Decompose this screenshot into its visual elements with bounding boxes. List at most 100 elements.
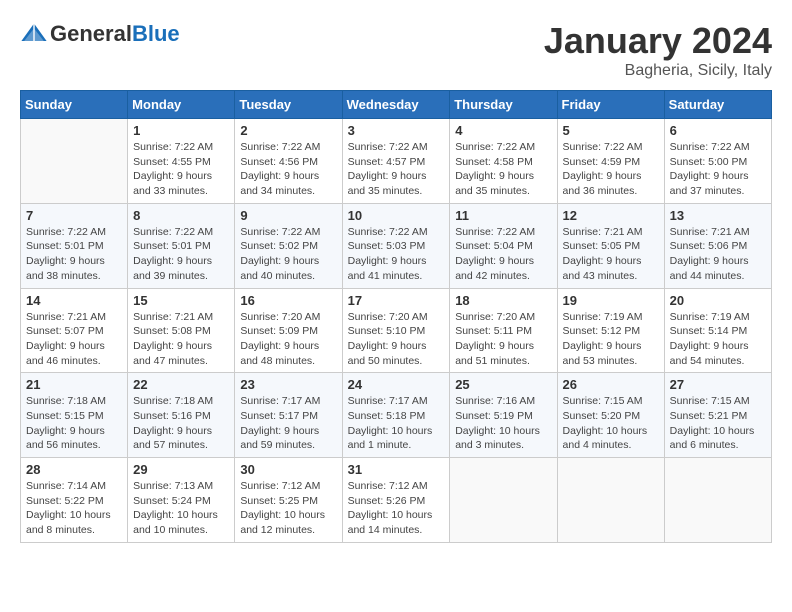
day-cell: 26Sunrise: 7:15 AMSunset: 5:20 PMDayligh… [557, 373, 664, 458]
day-cell: 13 Sunrise: 7:21 AMSunset: 5:06 PMDayligh… [664, 203, 771, 288]
day-number: 19 [563, 293, 659, 308]
day-info: Sunrise: 7:14 AMSunset: 5:22 PMDaylight:… [26, 479, 122, 538]
day-info: Sunrise: 7:20 AMSunset: 5:09 PMDaylight:… [240, 310, 336, 369]
day-info: Sunrise: 7:21 AMSunset: 5:07 PMDaylight:… [26, 310, 122, 369]
day-cell: 1Sunrise: 7:22 AMSunset: 4:55 PMDaylight… [128, 119, 235, 204]
week-row-3: 14 Sunrise: 7:21 AMSunset: 5:07 PMDayligh… [21, 288, 772, 373]
week-row-2: 7 Sunrise: 7:22 AMSunset: 5:01 PMDaylight… [21, 203, 772, 288]
day-cell: 11 Sunrise: 7:22 AMSunset: 5:04 PMDayligh… [450, 203, 557, 288]
day-info: Sunrise: 7:22 AMSunset: 5:04 PMDaylight:… [455, 225, 551, 284]
day-cell: 17 Sunrise: 7:20 AMSunset: 5:10 PMDayligh… [342, 288, 450, 373]
day-cell [557, 458, 664, 543]
day-info: Sunrise: 7:18 AMSunset: 5:16 PMDaylight:… [133, 394, 229, 453]
page-header: GeneralBlue January 2024 Bagheria, Sicil… [20, 20, 772, 80]
weekday-thursday: Thursday [450, 91, 557, 119]
logo: GeneralBlue [20, 20, 180, 48]
day-info: Sunrise: 7:22 AMSunset: 4:55 PMDaylight:… [133, 140, 229, 199]
day-cell: 19 Sunrise: 7:19 AMSunset: 5:12 PMDayligh… [557, 288, 664, 373]
day-number: 14 [26, 293, 122, 308]
logo-icon [20, 20, 48, 48]
day-info: Sunrise: 7:22 AMSunset: 5:03 PMDaylight:… [348, 225, 445, 284]
day-cell: 4 Sunrise: 7:22 AMSunset: 4:58 PMDaylight… [450, 119, 557, 204]
day-info: Sunrise: 7:17 AMSunset: 5:17 PMDaylight:… [240, 394, 336, 453]
day-cell: 20Sunrise: 7:19 AMSunset: 5:14 PMDayligh… [664, 288, 771, 373]
day-number: 2 [240, 123, 336, 138]
day-info: Sunrise: 7:22 AMSunset: 5:01 PMDaylight:… [133, 225, 229, 284]
day-info: Sunrise: 7:20 AMSunset: 5:10 PMDaylight:… [348, 310, 445, 369]
day-cell: 15Sunrise: 7:21 AMSunset: 5:08 PMDayligh… [128, 288, 235, 373]
weekday-wednesday: Wednesday [342, 91, 450, 119]
day-number: 29 [133, 462, 229, 477]
day-cell: 9 Sunrise: 7:22 AMSunset: 5:02 PMDaylight… [235, 203, 342, 288]
day-number: 10 [348, 208, 445, 223]
day-info: Sunrise: 7:22 AMSunset: 5:02 PMDaylight:… [240, 225, 336, 284]
day-info: Sunrise: 7:22 AMSunset: 5:01 PMDaylight:… [26, 225, 122, 284]
day-info: Sunrise: 7:19 AMSunset: 5:12 PMDaylight:… [563, 310, 659, 369]
day-info: Sunrise: 7:22 AMSunset: 5:00 PMDaylight:… [670, 140, 766, 199]
day-cell: 8 Sunrise: 7:22 AMSunset: 5:01 PMDaylight… [128, 203, 235, 288]
day-cell: 23 Sunrise: 7:17 AMSunset: 5:17 PMDayligh… [235, 373, 342, 458]
day-info: Sunrise: 7:21 AMSunset: 5:06 PMDaylight:… [670, 225, 766, 284]
day-number: 4 [455, 123, 551, 138]
day-cell: 16 Sunrise: 7:20 AMSunset: 5:09 PMDayligh… [235, 288, 342, 373]
day-info: Sunrise: 7:22 AMSunset: 4:57 PMDaylight:… [348, 140, 445, 199]
day-number: 25 [455, 377, 551, 392]
day-info: Sunrise: 7:20 AMSunset: 5:11 PMDaylight:… [455, 310, 551, 369]
day-number: 16 [240, 293, 336, 308]
day-cell [21, 119, 128, 204]
day-number: 20 [670, 293, 766, 308]
day-cell: 31 Sunrise: 7:12 AMSunset: 5:26 PMDayligh… [342, 458, 450, 543]
day-cell: 14 Sunrise: 7:21 AMSunset: 5:07 PMDayligh… [21, 288, 128, 373]
day-number: 28 [26, 462, 122, 477]
calendar-body: 1Sunrise: 7:22 AMSunset: 4:55 PMDaylight… [21, 119, 772, 543]
day-number: 3 [348, 123, 445, 138]
day-number: 17 [348, 293, 445, 308]
day-cell: 6 Sunrise: 7:22 AMSunset: 5:00 PMDaylight… [664, 119, 771, 204]
day-info: Sunrise: 7:22 AMSunset: 4:56 PMDaylight:… [240, 140, 336, 199]
day-number: 12 [563, 208, 659, 223]
day-number: 30 [240, 462, 336, 477]
calendar-table: SundayMondayTuesdayWednesdayThursdayFrid… [20, 90, 772, 543]
week-row-5: 28 Sunrise: 7:14 AMSunset: 5:22 PMDayligh… [21, 458, 772, 543]
day-cell: 21Sunrise: 7:18 AMSunset: 5:15 PMDayligh… [21, 373, 128, 458]
day-cell: 22 Sunrise: 7:18 AMSunset: 5:16 PMDayligh… [128, 373, 235, 458]
weekday-saturday: Saturday [664, 91, 771, 119]
day-cell: 3 Sunrise: 7:22 AMSunset: 4:57 PMDaylight… [342, 119, 450, 204]
day-number: 6 [670, 123, 766, 138]
weekday-header-row: SundayMondayTuesdayWednesdayThursdayFrid… [21, 91, 772, 119]
day-number: 9 [240, 208, 336, 223]
day-number: 18 [455, 293, 551, 308]
day-cell: 30 Sunrise: 7:12 AMSunset: 5:25 PMDayligh… [235, 458, 342, 543]
day-number: 24 [348, 377, 445, 392]
day-number: 7 [26, 208, 122, 223]
day-number: 31 [348, 462, 445, 477]
day-number: 23 [240, 377, 336, 392]
day-info: Sunrise: 7:12 AMSunset: 5:26 PMDaylight:… [348, 479, 445, 538]
day-number: 8 [133, 208, 229, 223]
weekday-friday: Friday [557, 91, 664, 119]
logo-blue-text: Blue [132, 21, 180, 46]
logo-general-text: General [50, 21, 132, 46]
day-info: Sunrise: 7:15 AMSunset: 5:21 PMDaylight:… [670, 394, 766, 453]
day-info: Sunrise: 7:22 AMSunset: 4:59 PMDaylight:… [563, 140, 659, 199]
day-number: 22 [133, 377, 229, 392]
day-number: 11 [455, 208, 551, 223]
day-info: Sunrise: 7:22 AMSunset: 4:58 PMDaylight:… [455, 140, 551, 199]
day-cell: 28 Sunrise: 7:14 AMSunset: 5:22 PMDayligh… [21, 458, 128, 543]
day-cell: 2 Sunrise: 7:22 AMSunset: 4:56 PMDaylight… [235, 119, 342, 204]
day-cell: 25Sunrise: 7:16 AMSunset: 5:19 PMDayligh… [450, 373, 557, 458]
day-info: Sunrise: 7:12 AMSunset: 5:25 PMDaylight:… [240, 479, 336, 538]
day-info: Sunrise: 7:21 AMSunset: 5:08 PMDaylight:… [133, 310, 229, 369]
day-info: Sunrise: 7:13 AMSunset: 5:24 PMDaylight:… [133, 479, 229, 538]
week-row-1: 1Sunrise: 7:22 AMSunset: 4:55 PMDaylight… [21, 119, 772, 204]
day-cell: 10 Sunrise: 7:22 AMSunset: 5:03 PMDayligh… [342, 203, 450, 288]
title-block: January 2024 Bagheria, Sicily, Italy [544, 20, 772, 80]
day-cell: 27Sunrise: 7:15 AMSunset: 5:21 PMDayligh… [664, 373, 771, 458]
day-number: 13 [670, 208, 766, 223]
weekday-tuesday: Tuesday [235, 91, 342, 119]
location-title: Bagheria, Sicily, Italy [544, 62, 772, 80]
day-cell: 24Sunrise: 7:17 AMSunset: 5:18 PMDayligh… [342, 373, 450, 458]
weekday-monday: Monday [128, 91, 235, 119]
day-cell: 7 Sunrise: 7:22 AMSunset: 5:01 PMDaylight… [21, 203, 128, 288]
day-cell: 5Sunrise: 7:22 AMSunset: 4:59 PMDaylight… [557, 119, 664, 204]
